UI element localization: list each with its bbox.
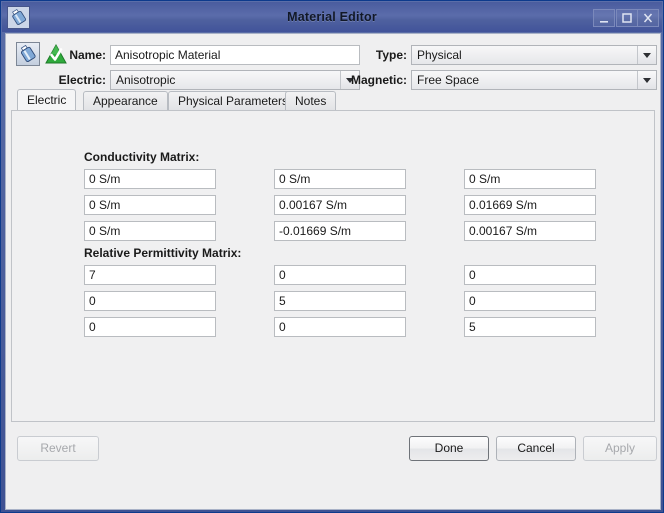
cancel-button[interactable]: Cancel — [496, 436, 576, 461]
conductivity-cell-1-0[interactable]: 0 S/m — [84, 195, 216, 215]
type-dropdown[interactable]: Physical — [411, 45, 657, 65]
material-editor-window: Material Editor Name: Anisotropic Materi… — [0, 0, 664, 513]
tab-physical-parameters[interactable]: Physical Parameters — [168, 91, 299, 110]
conductivity-cell-1-2[interactable]: 0.01669 S/m — [464, 195, 596, 215]
minimize-icon[interactable] — [593, 9, 615, 27]
tab-appearance[interactable]: Appearance — [83, 91, 168, 110]
conductivity-cell-2-1[interactable]: -0.01669 S/m — [274, 221, 406, 241]
material-header-form: Name: Anisotropic Material Electric: Ani… — [6, 34, 660, 90]
permittivity-cell-0-1[interactable]: 0 — [274, 265, 406, 285]
conductivity-matrix-title: Conductivity Matrix: — [84, 150, 200, 164]
dialog-client-area: Name: Anisotropic Material Electric: Ani… — [5, 33, 661, 510]
permittivity-cell-0-0[interactable]: 7 — [84, 265, 216, 285]
title-bar: Material Editor — [2, 2, 662, 32]
chevron-down-icon[interactable] — [637, 71, 656, 89]
tab-strip: Electric Appearance Physical Parameters … — [11, 89, 655, 110]
revert-button[interactable]: Revert — [17, 436, 99, 461]
permittivity-cell-0-2[interactable]: 0 — [464, 265, 596, 285]
done-button[interactable]: Done — [409, 436, 489, 461]
permittivity-cell-2-1[interactable]: 0 — [274, 317, 406, 337]
permittivity-cell-2-2[interactable]: 5 — [464, 317, 596, 337]
name-label: Name: — [69, 48, 106, 62]
electric-label: Electric: — [58, 73, 106, 87]
permittivity-cell-2-0[interactable]: 0 — [84, 317, 216, 337]
tab-notes[interactable]: Notes — [285, 91, 337, 110]
permittivity-cell-1-0[interactable]: 0 — [84, 291, 216, 311]
conductivity-cell-1-1[interactable]: 0.00167 S/m — [274, 195, 406, 215]
conductivity-cell-2-0[interactable]: 0 S/m — [84, 221, 216, 241]
conductivity-cell-0-1[interactable]: 0 S/m — [274, 169, 406, 189]
tab-electric[interactable]: Electric — [17, 89, 77, 110]
close-icon[interactable] — [637, 9, 659, 27]
dialog-button-bar: Revert Done Cancel Apply — [6, 427, 660, 509]
magnetic-label: Magnetic: — [350, 73, 407, 87]
apply-button[interactable]: Apply — [583, 436, 657, 461]
electric-tab-content: Conductivity Matrix: 0 S/m 0 S/m 0 S/m 0… — [12, 111, 654, 421]
conductivity-cell-2-2[interactable]: 0.00167 S/m — [464, 221, 596, 241]
electric-dropdown-value: Anisotropic — [116, 73, 176, 87]
permittivity-cell-1-2[interactable]: 0 — [464, 291, 596, 311]
magnetic-dropdown-value: Free Space — [417, 73, 480, 87]
type-label: Type: — [375, 48, 407, 62]
type-dropdown-value: Physical — [417, 48, 462, 62]
maximize-icon[interactable] — [616, 9, 638, 27]
conductivity-cell-0-0[interactable]: 0 S/m — [84, 169, 216, 189]
magnetic-dropdown[interactable]: Free Space — [411, 70, 657, 90]
conductivity-cell-0-2[interactable]: 0 S/m — [464, 169, 596, 189]
chevron-down-icon[interactable] — [637, 46, 656, 64]
window-title: Material Editor — [287, 10, 377, 24]
permittivity-cell-1-1[interactable]: 5 — [274, 291, 406, 311]
permittivity-matrix-title: Relative Permittivity Matrix: — [84, 246, 242, 260]
electric-tab-panel: Conductivity Matrix: 0 S/m 0 S/m 0 S/m 0… — [11, 110, 655, 422]
